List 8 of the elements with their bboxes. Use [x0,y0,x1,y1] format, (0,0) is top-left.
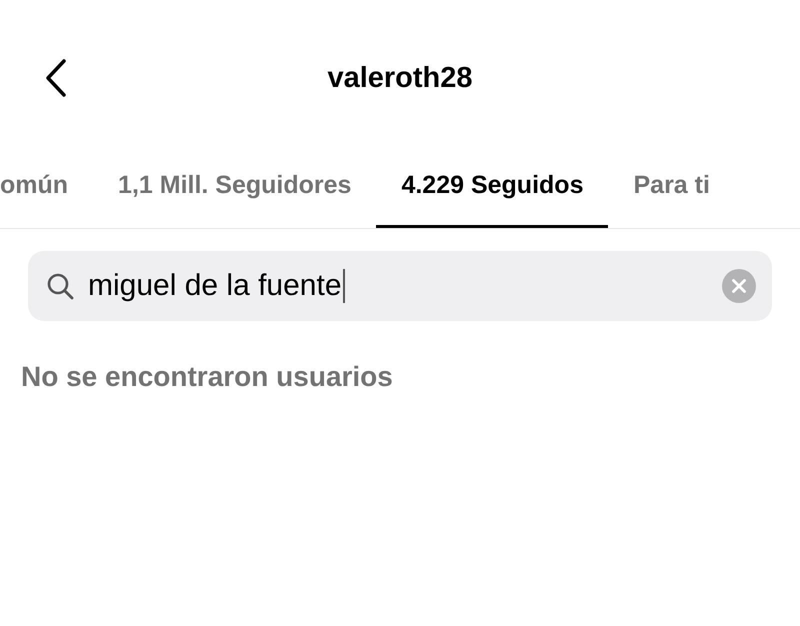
tab[interactable]: 4.229 Seguidos [376,150,608,228]
profile-username: valeroth28 [327,62,473,94]
search-field[interactable]: miguel de la fuente [28,251,772,321]
tab[interactable]: 1,1 Mill. Seguidores [93,150,376,228]
tab[interactable]: Para ti [608,150,735,228]
tab[interactable]: omún [0,150,94,228]
empty-message: No se encontraron usuarios [21,361,394,393]
search-icon [46,272,74,300]
